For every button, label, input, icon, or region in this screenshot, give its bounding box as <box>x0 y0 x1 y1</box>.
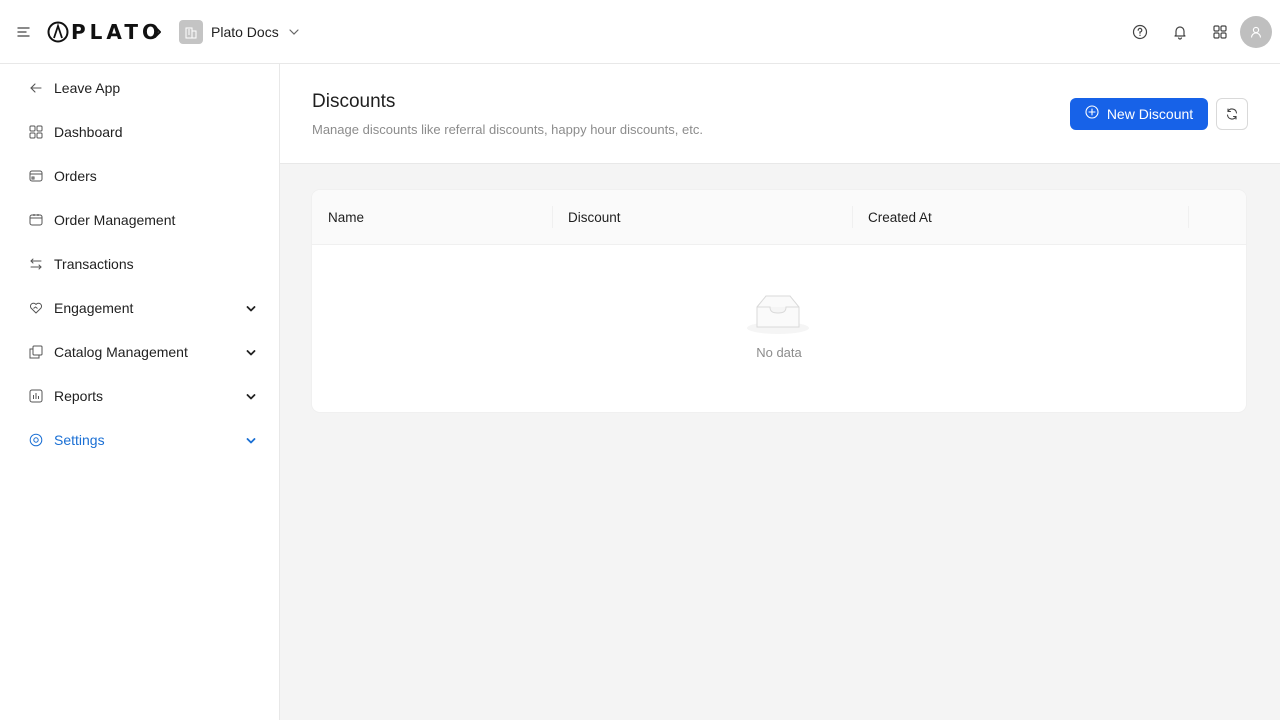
empty-state: No data <box>312 245 1246 412</box>
refresh-button[interactable] <box>1216 98 1248 130</box>
sidebar-item-label: Engagement <box>54 300 134 316</box>
plato-logo[interactable]: PLATO <box>47 20 163 44</box>
sidebar-item-dashboard[interactable]: Dashboard <box>0 110 279 154</box>
column-divider <box>552 206 553 228</box>
page-description: Manage discounts like referral discounts… <box>312 122 703 137</box>
building-icon <box>179 20 203 44</box>
sidebar-item-reports[interactable]: Reports <box>0 374 279 418</box>
plato-logo-mark-icon <box>47 21 69 43</box>
sidebar-item-label: Transactions <box>54 256 134 272</box>
chevron-down-icon <box>245 434 257 446</box>
sidebar-item-transactions[interactable]: Transactions <box>0 242 279 286</box>
settings-icon <box>28 432 44 448</box>
page-header: Discounts Manage discounts like referral… <box>280 64 1280 164</box>
column-divider <box>1188 206 1189 228</box>
sidebar: Leave App Dashboard Orders Order Managem… <box>0 64 280 720</box>
menu-icon[interactable] <box>14 22 34 42</box>
sidebar-item-leave-app[interactable]: Leave App <box>0 66 279 110</box>
column-header-discount[interactable]: Discount <box>568 190 621 245</box>
chevron-right-icon <box>151 22 165 42</box>
sidebar-item-settings[interactable]: Settings <box>0 418 279 462</box>
sidebar-item-engagement[interactable]: Engagement <box>0 286 279 330</box>
page-title: Discounts <box>312 91 396 112</box>
top-bar: PLATO Plato Docs <box>0 0 1280 64</box>
refresh-icon <box>1226 108 1238 120</box>
column-header-created-at[interactable]: Created At <box>868 190 932 245</box>
chevron-down-icon <box>287 25 301 39</box>
sidebar-item-label: Leave App <box>54 80 121 96</box>
avatar[interactable] <box>1240 16 1272 48</box>
arrow-left-icon <box>28 80 44 96</box>
top-actions <box>1120 0 1272 64</box>
orders-icon <box>28 168 44 184</box>
sidebar-item-label: Reports <box>54 388 104 404</box>
empty-state-text: No data <box>756 345 802 360</box>
apps-grid-icon[interactable] <box>1200 12 1240 52</box>
bell-icon[interactable] <box>1160 12 1200 52</box>
column-header-name[interactable]: Name <box>328 190 364 245</box>
new-discount-button-label: New Discount <box>1106 106 1194 122</box>
catalog-icon <box>28 344 44 360</box>
empty-inbox-icon <box>746 291 810 335</box>
main-content: Discounts Manage discounts like referral… <box>280 64 1280 720</box>
plus-circle-icon <box>1085 104 1099 124</box>
column-divider <box>852 206 853 228</box>
sidebar-item-label: Dashboard <box>54 124 123 140</box>
sidebar-item-catalog-management[interactable]: Catalog Management <box>0 330 279 374</box>
swap-icon <box>28 256 44 272</box>
bar-chart-icon <box>28 388 44 404</box>
sidebar-item-label: Orders <box>54 168 97 184</box>
sidebar-item-label: Settings <box>54 432 105 448</box>
chevron-down-icon <box>245 390 257 402</box>
user-icon <box>1250 26 1262 38</box>
logo-text: PLATO <box>71 20 163 44</box>
sidebar-item-label: Order Management <box>54 212 176 228</box>
sidebar-item-label: Catalog Management <box>54 344 188 360</box>
table-header: Name Discount Created At <box>312 190 1246 245</box>
chevron-down-icon <box>245 302 257 314</box>
order-management-icon <box>28 212 44 228</box>
new-discount-button[interactable]: New Discount <box>1070 98 1208 130</box>
workspace-name: Plato Docs <box>211 24 279 40</box>
heart-handshake-icon <box>28 300 44 316</box>
dashboard-icon <box>28 124 44 140</box>
chevron-down-icon <box>245 346 257 358</box>
help-icon[interactable] <box>1120 12 1160 52</box>
workspace-selector[interactable]: Plato Docs <box>179 20 301 44</box>
sidebar-item-orders[interactable]: Orders <box>0 154 279 198</box>
discounts-table: Name Discount Created At No data <box>312 190 1246 412</box>
sidebar-item-order-management[interactable]: Order Management <box>0 198 279 242</box>
